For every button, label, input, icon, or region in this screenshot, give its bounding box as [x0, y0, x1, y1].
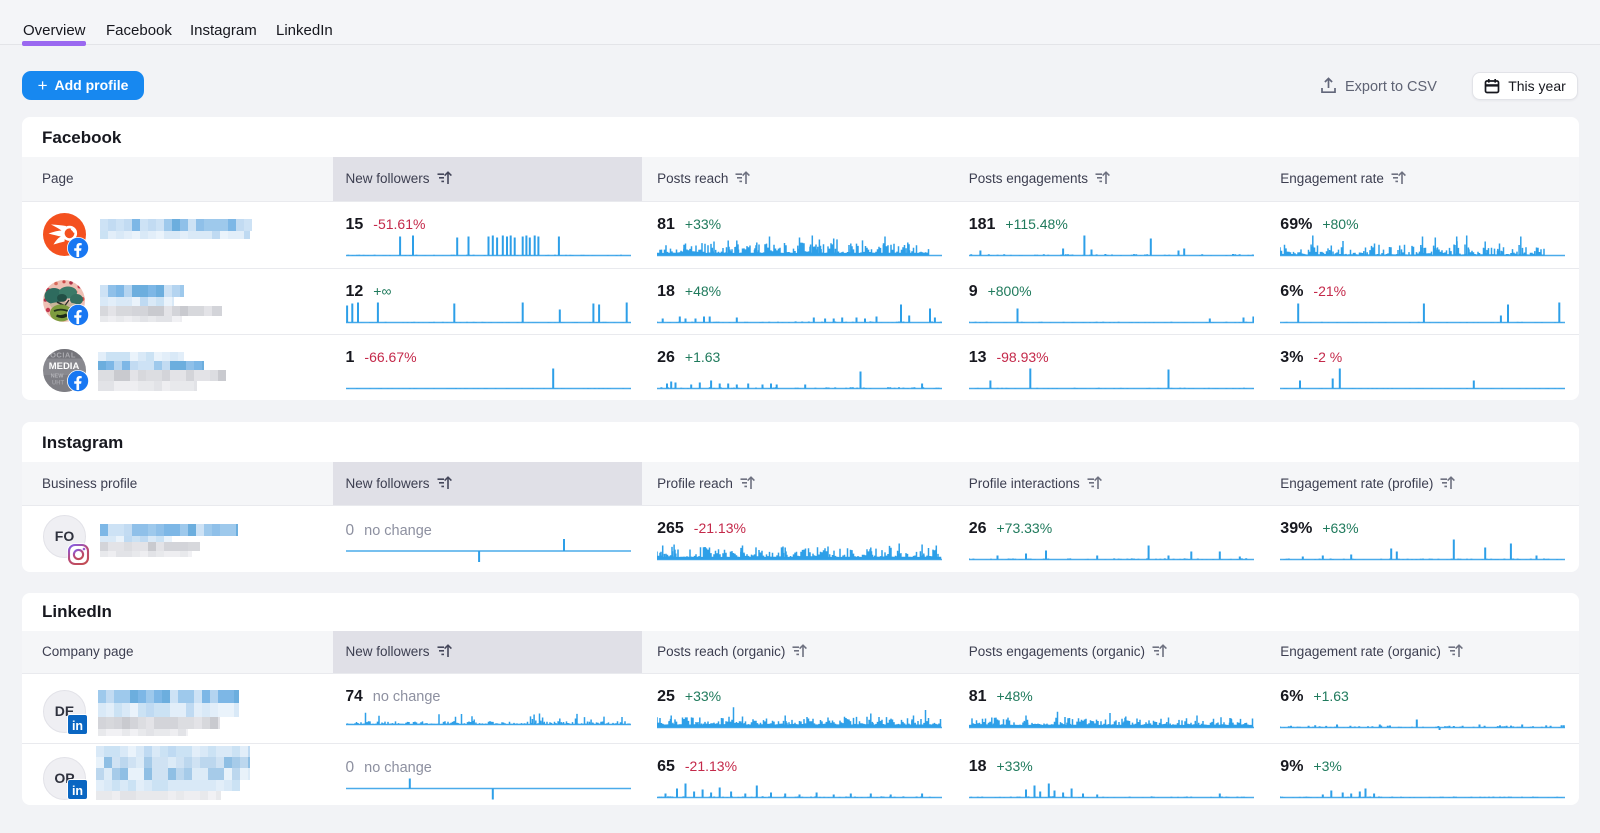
svg-text:OCIAL: OCIAL: [50, 351, 76, 360]
svg-text:in: in: [72, 719, 83, 733]
svg-text:in: in: [72, 784, 83, 798]
svg-text:UHT: UHT: [52, 381, 65, 387]
svg-text:NEW: NEW: [51, 374, 65, 380]
